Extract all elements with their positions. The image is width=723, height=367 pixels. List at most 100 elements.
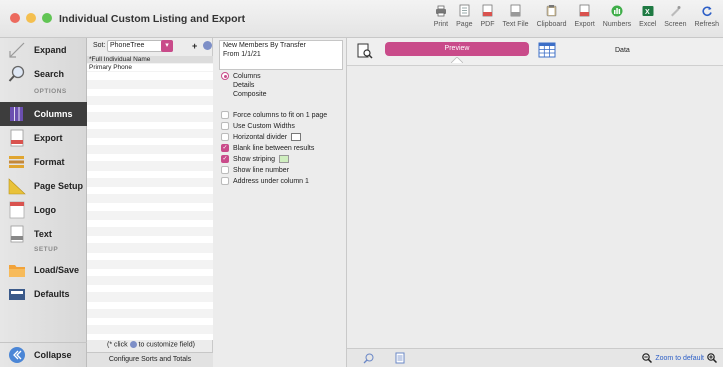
checkbox[interactable]: ✓ bbox=[221, 155, 229, 163]
sidebar-item-load-save[interactable]: Load/Save bbox=[0, 258, 87, 282]
sidebar-item-text[interactable]: Text bbox=[0, 222, 87, 246]
sidebar-item-columns[interactable]: Columns bbox=[0, 102, 87, 126]
list-item[interactable] bbox=[87, 326, 213, 335]
sidebar-item-logo[interactable]: Logo bbox=[0, 198, 87, 222]
checkbox-address-under-col1[interactable]: Address under column 1 bbox=[221, 177, 309, 185]
stripe-color-swatch[interactable] bbox=[279, 155, 290, 163]
add-sort-button[interactable]: + bbox=[192, 41, 197, 51]
list-item[interactable] bbox=[87, 309, 213, 318]
list-item[interactable] bbox=[87, 178, 213, 187]
preview-button[interactable]: Preview bbox=[385, 42, 529, 56]
list-item[interactable] bbox=[87, 285, 213, 294]
field-list[interactable]: *Full Individual Name Primary Phone bbox=[87, 56, 213, 340]
checkbox-custom-widths[interactable]: Use Custom Widths bbox=[221, 122, 295, 130]
report-title-field[interactable]: New Members By Transfer From 1/1/21 bbox=[219, 40, 343, 70]
numbers-label: Numbers bbox=[602, 21, 632, 28]
list-item[interactable] bbox=[87, 80, 213, 89]
text-file-button[interactable]: Text File bbox=[499, 3, 533, 28]
radio-details[interactable]: Details bbox=[221, 81, 254, 89]
sidebar-item-collapse[interactable]: Collapse bbox=[0, 342, 87, 367]
options-heading: OPTIONS bbox=[34, 88, 67, 95]
checkbox-show-striping[interactable]: ✓ Show striping bbox=[221, 155, 290, 163]
divider-style-swatch[interactable] bbox=[291, 133, 302, 141]
list-item[interactable] bbox=[87, 129, 213, 138]
list-item[interactable] bbox=[87, 171, 213, 179]
list-item[interactable] bbox=[87, 269, 213, 278]
list-item[interactable] bbox=[87, 318, 213, 327]
checkbox-line-number[interactable]: Show line number bbox=[221, 166, 289, 174]
page-button[interactable]: Page bbox=[452, 3, 476, 28]
checkbox[interactable]: ✓ bbox=[221, 144, 229, 152]
checkbox-horizontal-divider[interactable]: Horizontal divider bbox=[221, 133, 302, 141]
zoom-out-icon[interactable] bbox=[642, 353, 653, 363]
export-button[interactable]: Export bbox=[571, 3, 599, 28]
numbers-button[interactable]: Numbers bbox=[599, 3, 635, 28]
gear-icon bbox=[129, 341, 137, 348]
text-file-label: Text File bbox=[502, 21, 529, 28]
close-window-button[interactable] bbox=[10, 13, 20, 23]
configure-sorts-button[interactable]: Configure Sorts and Totals bbox=[87, 352, 213, 367]
gear-icon[interactable] bbox=[203, 41, 212, 50]
list-item[interactable] bbox=[87, 236, 213, 245]
list-item[interactable] bbox=[87, 187, 213, 196]
checkbox-force-fit[interactable]: Force columns to fit on 1 page bbox=[221, 111, 327, 119]
list-item[interactable]: *Full Individual Name bbox=[87, 56, 213, 65]
list-item[interactable] bbox=[87, 293, 213, 302]
list-doc-icon[interactable] bbox=[395, 352, 405, 364]
sidebar-item-defaults[interactable]: Defaults bbox=[0, 282, 87, 306]
checkbox[interactable] bbox=[221, 177, 229, 185]
checkbox[interactable] bbox=[221, 111, 229, 119]
radio-composite[interactable]: Composite bbox=[221, 90, 266, 98]
sidebar-item-format[interactable]: Format bbox=[0, 150, 87, 174]
list-item[interactable] bbox=[87, 105, 213, 114]
document-magnifier-icon[interactable] bbox=[357, 43, 373, 59]
pdf-button[interactable]: PDF bbox=[477, 3, 499, 28]
data-grid-icon[interactable] bbox=[538, 42, 556, 58]
list-item[interactable] bbox=[87, 96, 213, 106]
screen-button[interactable]: Screen bbox=[660, 3, 690, 28]
sidebar-item-export[interactable]: Export bbox=[0, 126, 87, 150]
excel-button[interactable]: X Excel bbox=[635, 3, 660, 28]
list-item[interactable] bbox=[87, 220, 213, 228]
list-item[interactable] bbox=[87, 211, 213, 220]
list-item[interactable]: Primary Phone bbox=[87, 64, 213, 73]
list-item[interactable] bbox=[87, 302, 213, 310]
print-button[interactable]: Print bbox=[430, 3, 452, 28]
radio-button[interactable] bbox=[221, 72, 229, 80]
list-item[interactable] bbox=[87, 195, 213, 204]
zoom-to-default-link[interactable]: Zoom to default bbox=[655, 355, 704, 362]
checkbox[interactable] bbox=[221, 122, 229, 130]
list-item[interactable] bbox=[87, 203, 213, 212]
list-item[interactable] bbox=[87, 253, 213, 261]
list-item[interactable] bbox=[87, 138, 213, 147]
sidebar-item-page-setup[interactable]: Page Setup bbox=[0, 174, 87, 198]
data-tab-label[interactable]: Data bbox=[615, 47, 630, 54]
sort-select[interactable]: PhoneTree ▾ bbox=[107, 40, 173, 52]
list-item[interactable] bbox=[87, 162, 213, 171]
list-item[interactable] bbox=[87, 122, 213, 130]
sidebar-item-search[interactable]: Search bbox=[0, 62, 87, 86]
clipboard-button[interactable]: Clipboard bbox=[533, 3, 571, 28]
radio-columns[interactable]: Columns bbox=[221, 72, 261, 80]
list-item[interactable] bbox=[87, 154, 213, 163]
checkbox[interactable] bbox=[221, 133, 229, 141]
list-item[interactable] bbox=[87, 244, 213, 253]
search-icon[interactable] bbox=[363, 353, 374, 364]
checkbox[interactable] bbox=[221, 166, 229, 174]
zoom-in-icon[interactable] bbox=[707, 353, 717, 363]
list-item[interactable] bbox=[87, 227, 213, 237]
csv-export-icon bbox=[10, 129, 24, 147]
minimize-window-button[interactable] bbox=[26, 13, 36, 23]
list-item[interactable] bbox=[87, 277, 213, 286]
sidebar-item-expand[interactable]: Expand bbox=[0, 38, 87, 62]
pdf-label: PDF bbox=[480, 21, 495, 28]
list-item[interactable] bbox=[87, 113, 213, 122]
refresh-button[interactable]: Refresh bbox=[690, 3, 723, 28]
zoom-window-button[interactable] bbox=[42, 13, 52, 23]
list-item[interactable] bbox=[87, 260, 213, 269]
screen-label: Screen bbox=[664, 21, 687, 28]
list-item[interactable] bbox=[87, 72, 213, 81]
list-item[interactable] bbox=[87, 146, 213, 155]
checkbox-blank-line[interactable]: ✓ Blank line between results bbox=[221, 144, 314, 152]
list-item[interactable] bbox=[87, 89, 213, 97]
